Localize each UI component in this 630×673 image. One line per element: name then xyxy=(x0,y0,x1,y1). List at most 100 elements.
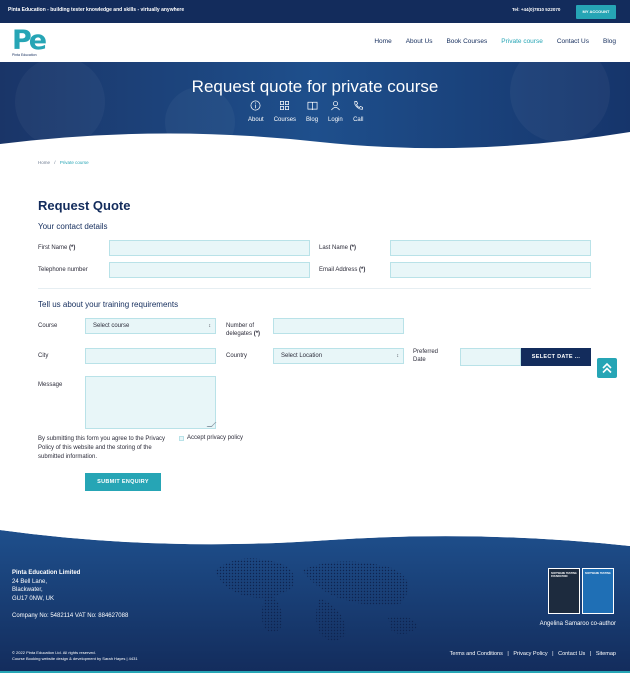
resize-grip-icon[interactable] xyxy=(206,422,217,427)
breadcrumb: Home / Private course xyxy=(38,160,89,165)
book-title: SOFTWARE TESTING xyxy=(585,572,611,575)
course-label: Course xyxy=(38,323,58,329)
nav-home[interactable]: Home xyxy=(374,38,391,45)
nav-blog[interactable]: Blog xyxy=(603,38,616,45)
last-name-input[interactable] xyxy=(390,240,591,256)
first-name-input[interactable] xyxy=(109,240,310,256)
message-textarea[interactable] xyxy=(85,376,217,429)
hero-link-blog[interactable]: Blog xyxy=(306,100,318,123)
author-credit: Angelina Samaroo co-author xyxy=(539,621,616,627)
training-heading: Tell us about your training requirements xyxy=(38,300,179,309)
hero-link-courses[interactable]: Courses xyxy=(274,100,296,123)
book-covers[interactable]: SOFTWARE TESTING FOUNDATION SOFTWARE TES… xyxy=(548,568,614,614)
submit-enquiry-button[interactable]: SUBMIT ENQUIRY xyxy=(85,473,161,491)
hero-link-call[interactable]: Call xyxy=(353,100,364,123)
user-icon xyxy=(330,101,340,111)
site-footer: Pinta Education Limited 24 Bell Lane, Bl… xyxy=(0,530,630,673)
address-line: GU17 0NW, UK xyxy=(12,595,55,602)
course-select-value: Select course xyxy=(93,323,130,329)
tagline: Pinta Education - building tester knowle… xyxy=(8,7,185,13)
telephone-link[interactable]: Tel: +44(0)7810 522070 xyxy=(512,7,560,12)
form-heading: Request Quote xyxy=(38,198,131,213)
contact-details-heading: Your contact details xyxy=(38,222,108,231)
hero-link-label: Blog xyxy=(306,117,319,123)
last-name-label: Last Name (*) xyxy=(319,244,356,252)
nav-book-courses[interactable]: Book Courses xyxy=(446,38,487,45)
required-marker: (*) xyxy=(69,245,76,251)
nav-contact-us[interactable]: Contact Us xyxy=(557,38,589,45)
label-text: First Name xyxy=(38,245,68,251)
phone-icon xyxy=(354,101,363,110)
logo[interactable]: Pe Pinta Education xyxy=(12,27,52,59)
address-line: 24 Bell Lane, xyxy=(12,578,48,585)
top-bar: Pinta Education - building tester knowle… xyxy=(0,0,630,23)
site-header: Pe Pinta Education Home About Us Book Co… xyxy=(0,23,630,62)
breadcrumb-separator: / xyxy=(54,160,56,165)
label-text: Last Name xyxy=(319,245,349,251)
footer-link-terms[interactable]: Terms and Conditions xyxy=(450,651,503,657)
label-text: Date xyxy=(413,357,426,363)
breadcrumb-current: Private course xyxy=(59,160,89,165)
hero-link-label: Call xyxy=(353,117,364,123)
course-select[interactable]: Select course ↕ xyxy=(85,318,216,334)
hero-link-about[interactable]: About xyxy=(248,100,264,123)
country-label: Country xyxy=(226,353,248,359)
label-text: Preferred xyxy=(413,349,439,355)
email-input[interactable] xyxy=(390,262,591,278)
required-marker: (*) xyxy=(359,267,366,273)
select-arrows-icon: ↕ xyxy=(396,353,400,359)
city-input[interactable] xyxy=(85,348,216,364)
hero-link-label: About xyxy=(248,117,264,123)
message-label: Message xyxy=(38,382,63,388)
select-date-button[interactable]: SELECT DATE ... xyxy=(521,348,591,366)
section-divider xyxy=(38,288,591,289)
company-registration: Company No: 5482114 VAT No: 884627088 xyxy=(12,613,129,619)
footer-link-sitemap[interactable]: Sitemap xyxy=(596,651,616,657)
email-label: Email Address (*) xyxy=(319,266,365,274)
footer-link-separator: | xyxy=(552,651,554,657)
privacy-checkbox[interactable] xyxy=(179,435,184,441)
footer-link-separator: | xyxy=(589,651,592,657)
required-marker: (*) xyxy=(349,245,357,251)
label-text: delegates xyxy=(226,331,253,337)
privacy-checkbox-label: Accept privacy policy xyxy=(187,435,244,441)
book-cover[interactable]: SOFTWARE TESTING FOUNDATION xyxy=(548,568,580,614)
city-label: City xyxy=(38,353,49,359)
design-credit[interactable]: Course Booking website design & developm… xyxy=(12,656,138,662)
privacy-notice: By submitting this form you agree to the… xyxy=(38,436,166,460)
book-icon xyxy=(307,101,317,111)
hero-banner: Request quote for private course About C… xyxy=(0,62,630,162)
nav-about-us[interactable]: About Us xyxy=(406,38,433,45)
footer-link-contact[interactable]: Contact Us xyxy=(558,651,585,657)
telephone-input[interactable] xyxy=(109,262,310,278)
preferred-date-input[interactable] xyxy=(460,348,521,366)
preferred-date-label: Preferred Date xyxy=(413,348,438,364)
country-select[interactable]: Select Location ↕ xyxy=(273,348,404,364)
hero-link-login[interactable]: Login xyxy=(328,100,343,123)
back-to-top-button[interactable] xyxy=(597,358,617,378)
first-name-label: First Name (*) xyxy=(38,244,75,252)
logo-mark: Pe xyxy=(12,25,47,56)
hero-quick-links: About Courses Blog Login Call xyxy=(248,100,364,123)
hero-link-label: Courses xyxy=(273,117,297,123)
footer-links: Terms and Conditions | Privacy Policy | … xyxy=(450,650,616,659)
delegates-label: Number of delegates (*) xyxy=(226,322,260,338)
delegates-input[interactable] xyxy=(273,318,404,334)
company-name: Pinta Education Limited xyxy=(12,570,81,576)
logo-caption: Pinta Education xyxy=(12,53,37,57)
my-account-button[interactable]: MY ACCOUNT xyxy=(576,5,616,19)
double-chevron-up-icon xyxy=(602,362,612,374)
telephone-label: Telephone number xyxy=(38,267,88,273)
copyright: © 2022 Pinta Education Ltd. All rights r… xyxy=(12,650,138,662)
book-cover[interactable]: SOFTWARE TESTING xyxy=(582,568,614,614)
footer-link-separator: | xyxy=(507,651,509,657)
address-line: Blackwater, xyxy=(12,587,43,593)
nav-private-course[interactable]: Private course xyxy=(501,38,543,45)
book-title: SOFTWARE TESTING FOUNDATION xyxy=(551,572,577,578)
select-arrows-icon: ↕ xyxy=(208,323,212,329)
footer-link-privacy[interactable]: Privacy Policy xyxy=(513,651,547,657)
required-marker: (*) xyxy=(253,331,261,337)
breadcrumb-home[interactable]: Home xyxy=(38,160,50,165)
privacy-checkbox-row[interactable]: Accept privacy policy xyxy=(179,435,243,441)
info-icon xyxy=(250,100,261,111)
